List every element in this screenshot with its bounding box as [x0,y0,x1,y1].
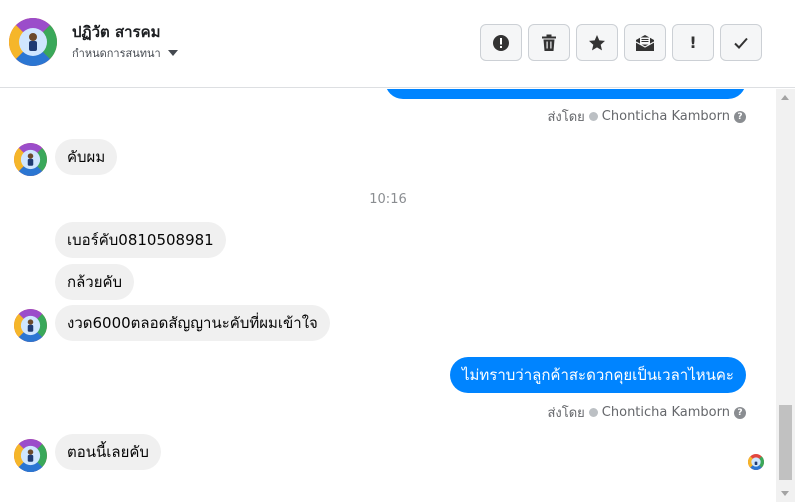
contact-avatar[interactable] [9,18,57,66]
incoming-message[interactable]: กล้วยคับ [55,264,135,300]
help-icon[interactable]: ? [734,406,746,419]
checkmark-icon [588,112,598,121]
incoming-message[interactable]: งวด6000ตลอดสัญญานะคับที่ผมเข้าใจ [55,305,330,341]
agent-name[interactable]: Chonticha Kamborn [602,405,730,420]
delete-button[interactable] [528,24,570,61]
sent-by-prefix: ส่งโดย [547,406,585,421]
star-button[interactable] [576,24,618,61]
seen-avatar [748,454,764,470]
sender-avatar[interactable] [14,309,47,342]
message-thread: ส่งโดย Chonticha Kamborn ? คับผม 10:16 เ… [0,89,776,502]
mark-unread-button[interactable] [624,24,666,61]
sent-by-prefix: ส่งโดย [547,110,585,125]
star-icon [589,34,605,50]
sender-avatar[interactable] [14,439,47,472]
trash-icon [542,34,556,51]
conversation-header: ปฏิวัต สารคม กำหนดการสนทนา ! [0,0,795,88]
exclamation-icon: ! [689,33,697,52]
outgoing-message-partial[interactable] [385,89,746,99]
exclamation-circle-icon [493,34,509,51]
conversation-options-dropdown[interactable]: กำหนดการสนทนา [72,44,178,62]
sender-avatar[interactable] [14,143,47,176]
scroll-down-arrow-icon[interactable] [781,491,789,496]
envelope-icon [635,34,655,51]
incoming-message[interactable]: เบอร์คับ0810508981 [55,222,226,258]
incoming-message[interactable]: คับผม [55,139,118,175]
outgoing-message[interactable]: ไม่ทราบว่าลูกค้าสะดวกคุยเป็นเวลาไหนคะ [449,357,746,393]
time-divider: 10:16 [369,192,407,207]
mark-done-button[interactable] [720,24,762,61]
sent-by-label: ส่งโดย Chonticha Kamborn ? [547,402,746,423]
scroll-up-arrow-icon[interactable] [781,95,789,100]
checkmark-icon [588,408,598,417]
check-icon [734,37,748,49]
mark-important-button[interactable]: ! [672,24,714,61]
incoming-message[interactable]: ตอนนี้เลยคับ [55,434,161,470]
messenger-conversation: ปฏิวัต สารคม กำหนดการสนทนา ! ส่งโดย Chon… [0,0,795,502]
thread-scrollbar[interactable] [776,89,795,502]
sent-by-label: ส่งโดย Chonticha Kamborn ? [547,106,746,127]
header-actions: ! [480,24,762,61]
agent-name[interactable]: Chonticha Kamborn [602,109,730,124]
help-icon[interactable]: ? [734,110,746,123]
scrollbar-thumb[interactable] [779,405,792,480]
contact-name: ปฏิวัต สารคม [72,23,161,41]
conversation-options-label: กำหนดการสนทนา [72,47,161,60]
report-button[interactable] [480,24,522,61]
chevron-down-icon [167,50,178,56]
